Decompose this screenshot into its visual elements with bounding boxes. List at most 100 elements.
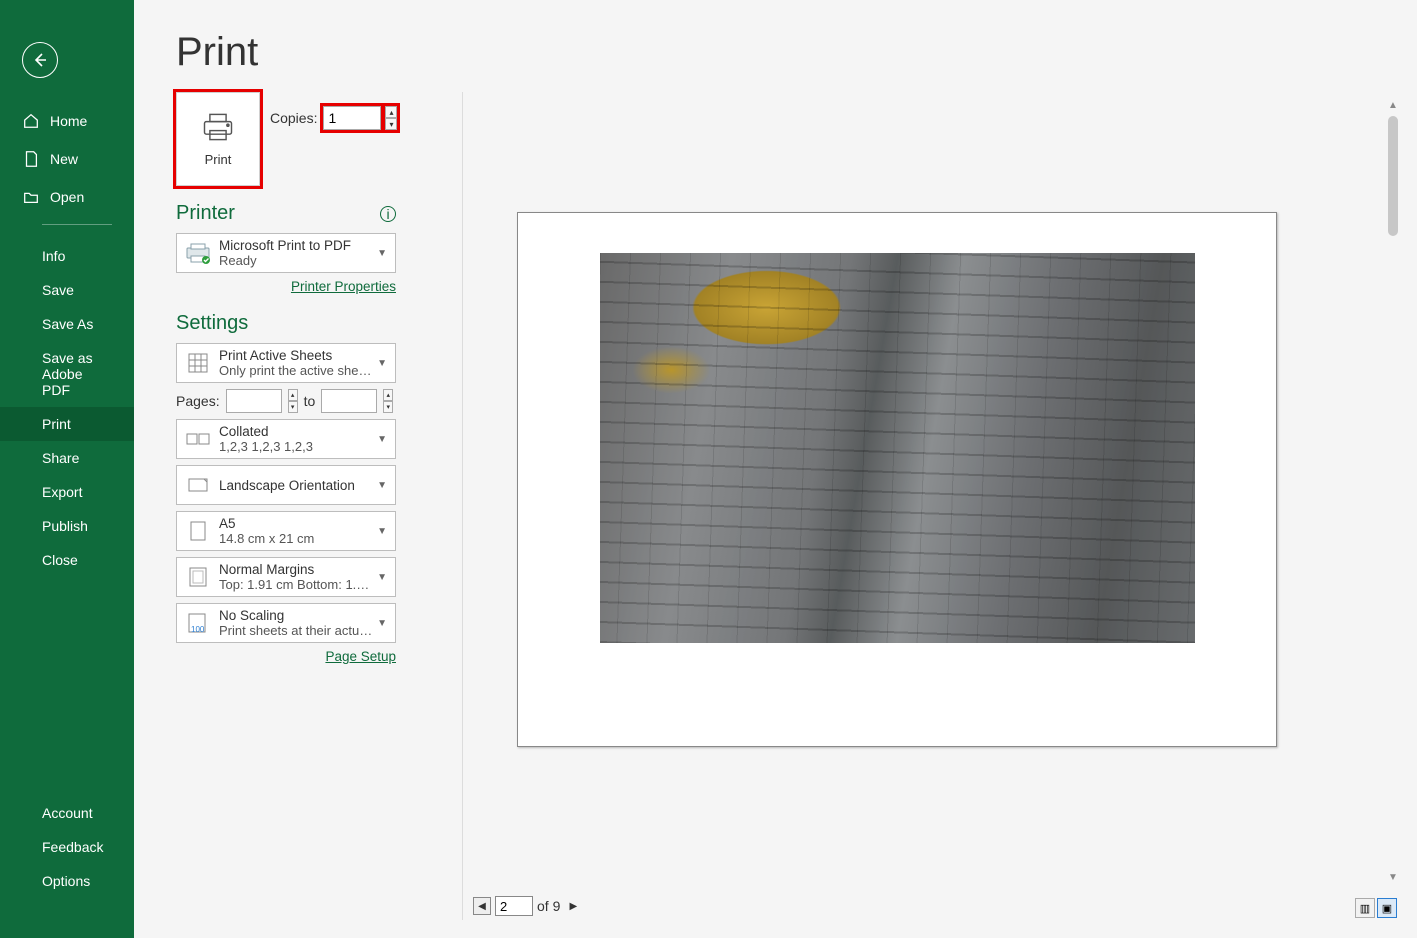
printer-name: Microsoft Print to PDF: [219, 238, 375, 253]
sidebar-item-publish[interactable]: Publish: [0, 509, 134, 543]
sidebar-item-open[interactable]: Open: [0, 178, 134, 216]
sidebar-item-label: Export: [42, 484, 82, 500]
sidebar-item-label: Share: [42, 450, 79, 466]
scroll-thumb[interactable]: [1388, 116, 1398, 236]
chevron-down-icon: ▼: [375, 618, 389, 629]
pages-from-down[interactable]: ▾: [288, 401, 298, 413]
back-button[interactable]: [22, 42, 58, 78]
pages-to-up[interactable]: ▴: [383, 389, 393, 401]
zoom-to-page-button[interactable]: ▣: [1377, 898, 1397, 918]
prev-page-button[interactable]: ◀: [473, 897, 491, 915]
home-icon: [22, 112, 40, 130]
svg-text:100: 100: [191, 625, 205, 634]
chevron-down-icon: ▼: [375, 526, 389, 537]
printer-icon: [200, 112, 236, 142]
pages-to-input[interactable]: [321, 389, 377, 413]
preview-scrollbar[interactable]: ▲: [1385, 100, 1401, 260]
show-margins-button[interactable]: ▥: [1355, 898, 1375, 918]
scroll-up-icon[interactable]: ▲: [1387, 100, 1399, 112]
sidebar-divider: [42, 224, 112, 225]
sidebar-item-print[interactable]: Print: [0, 407, 134, 441]
printer-info-icon[interactable]: i: [380, 206, 396, 222]
copies-label: Copies:: [270, 110, 317, 126]
sidebar-item-label: Open: [50, 189, 84, 205]
copies-down[interactable]: ▾: [385, 118, 397, 130]
margins-icon: [183, 562, 213, 592]
print-button[interactable]: Print: [176, 92, 260, 186]
page-setup-link[interactable]: Page Setup: [325, 649, 396, 664]
margins-dropdown[interactable]: Normal MarginsTop: 1.91 cm Bottom: 1.91 …: [176, 557, 396, 597]
sidebar-item-home[interactable]: Home: [0, 102, 134, 140]
printer-section-title: Printer: [176, 202, 235, 225]
copies-up[interactable]: ▴: [385, 106, 397, 118]
folder-icon: [22, 188, 40, 206]
chevron-down-icon: ▼: [375, 248, 389, 259]
sidebar-item-share[interactable]: Share: [0, 441, 134, 475]
paper-size-dropdown[interactable]: A514.8 cm x 21 cm ▼: [176, 511, 396, 551]
sidebar-item-label: Close: [42, 552, 78, 568]
pages-range-row: Pages: ▴▾ to ▴▾: [176, 389, 396, 413]
pages-label: Pages:: [176, 393, 220, 409]
file-icon: [22, 150, 40, 168]
preview-image: [600, 253, 1195, 643]
print-backstage: Print Print Copies: ▴ ▾ Printer i: [134, 0, 1417, 938]
copies-input[interactable]: [323, 106, 381, 130]
print-options-panel: Print Copies: ▴ ▾ Printer i Microsoft Pr…: [176, 92, 436, 664]
arrow-left-icon: [32, 52, 48, 68]
printer-device-icon: [183, 238, 213, 268]
paper-icon: [183, 516, 213, 546]
next-page-button[interactable]: ▶: [564, 897, 582, 915]
current-page-input[interactable]: [495, 896, 533, 916]
sidebar-item-save[interactable]: Save: [0, 273, 134, 307]
pages-from-input[interactable]: [226, 389, 282, 413]
sidebar-item-new[interactable]: New: [0, 140, 134, 178]
copies-group: Copies: ▴ ▾: [270, 106, 397, 130]
sidebar-item-label: Save: [42, 282, 74, 298]
sidebar-item-label: Print: [42, 416, 71, 432]
printer-dropdown[interactable]: Microsoft Print to PDF Ready ▼: [176, 233, 396, 273]
sidebar-item-label: New: [50, 151, 78, 167]
pages-from-up[interactable]: ▴: [288, 389, 298, 401]
sheets-icon: [183, 348, 213, 378]
backstage-sidebar: Home New Open Info Save Save As Save as Adobe…: [0, 0, 134, 938]
preview-page: [517, 212, 1277, 747]
orientation-icon: [183, 470, 213, 500]
sidebar-item-export[interactable]: Export: [0, 475, 134, 509]
sidebar-item-label: Options: [42, 873, 90, 889]
page-navigator: ◀ of 9 ▶: [473, 896, 582, 916]
sidebar-item-feedback[interactable]: Feedback: [0, 830, 134, 864]
chevron-down-icon: ▼: [375, 434, 389, 445]
page-total-label: of 9: [537, 898, 560, 914]
preview-view-buttons: ▥ ▣: [1355, 898, 1397, 918]
collate-icon: [183, 424, 213, 454]
print-what-dropdown[interactable]: Print Active SheetsOnly print the active…: [176, 343, 396, 383]
scaling-icon: 100: [183, 608, 213, 638]
sidebar-item-save-as[interactable]: Save As: [0, 307, 134, 341]
copies-spinner: ▴ ▾: [385, 106, 397, 130]
print-button-label: Print: [205, 152, 232, 167]
sidebar-item-save-as-adobe-pdf[interactable]: Save as Adobe PDF: [0, 341, 134, 407]
scaling-dropdown[interactable]: 100 No ScalingPrint sheets at their actu…: [176, 603, 396, 643]
sidebar-item-label: Home: [50, 113, 87, 129]
sidebar-item-label: Info: [42, 248, 65, 264]
sidebar-item-label: Feedback: [42, 839, 103, 855]
printer-properties-link[interactable]: Printer Properties: [291, 279, 396, 294]
preview-area: ▲ ▼ ◀ of 9 ▶ ▥ ▣: [462, 92, 1401, 920]
sidebar-item-close[interactable]: Close: [0, 543, 134, 577]
sidebar-item-label: Account: [42, 805, 93, 821]
pages-to-label: to: [304, 393, 316, 409]
sidebar-item-label: Save as Adobe PDF: [42, 350, 112, 398]
settings-section-title: Settings: [176, 312, 436, 335]
sidebar-item-account[interactable]: Account: [0, 796, 134, 830]
collate-dropdown[interactable]: Collated1,2,3 1,2,3 1,2,3 ▼: [176, 419, 396, 459]
pages-to-down[interactable]: ▾: [383, 401, 393, 413]
sidebar-item-info[interactable]: Info: [0, 239, 134, 273]
sidebar-item-options[interactable]: Options: [0, 864, 134, 898]
printer-status: Ready: [219, 253, 375, 268]
scroll-down-icon[interactable]: ▼: [1387, 872, 1399, 884]
chevron-down-icon: ▼: [375, 358, 389, 369]
page-title: Print: [134, 0, 1417, 89]
orientation-dropdown[interactable]: Landscape Orientation ▼: [176, 465, 396, 505]
chevron-down-icon: ▼: [375, 572, 389, 583]
sidebar-item-label: Publish: [42, 518, 88, 534]
